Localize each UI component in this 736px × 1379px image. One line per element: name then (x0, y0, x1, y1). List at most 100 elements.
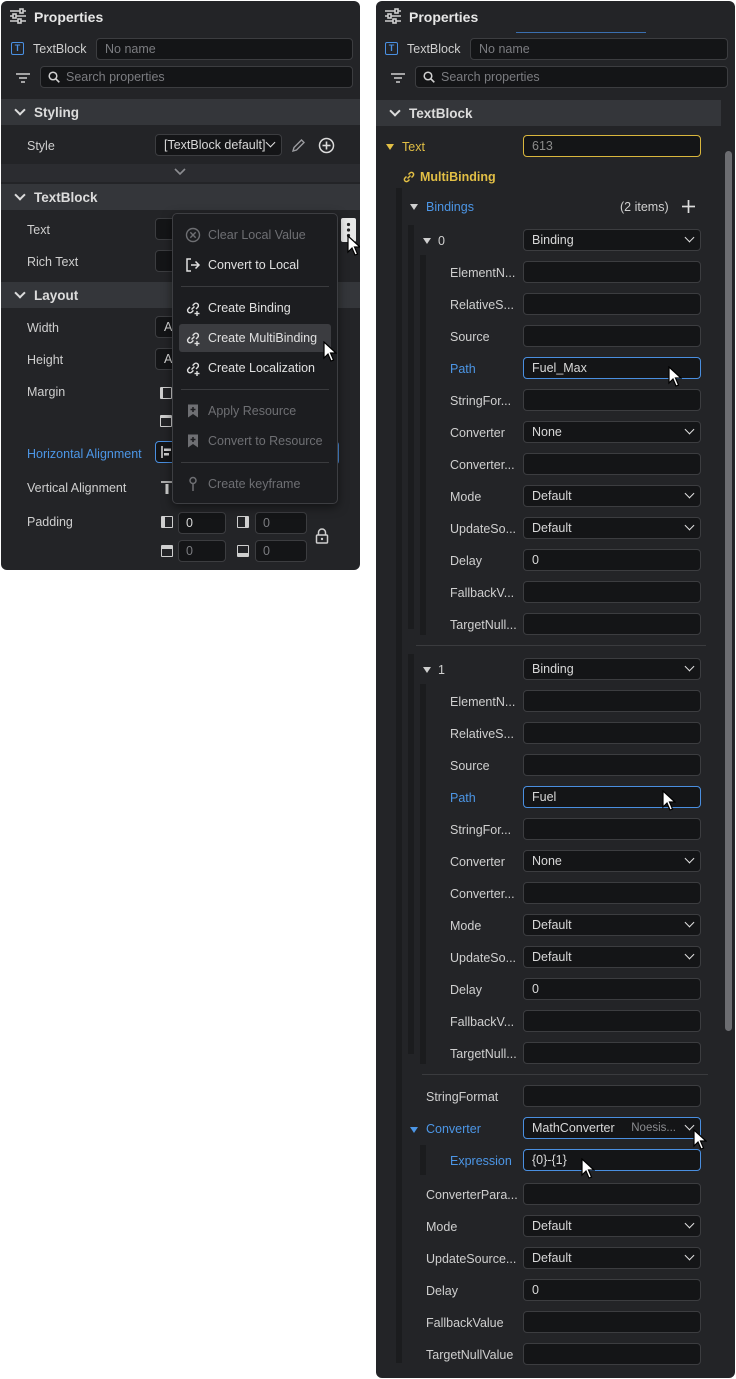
tail-prop-input[interactable] (523, 1343, 701, 1365)
binding-prop-value: None (532, 425, 562, 439)
binding-prop-label: Delay (450, 554, 482, 568)
link-plus-icon (186, 362, 200, 376)
search-properties-input[interactable]: Search properties (415, 66, 728, 88)
tail-prop-input[interactable] (523, 1183, 701, 1205)
binding-prop-input[interactable] (523, 1042, 701, 1064)
chevron-down-icon (684, 232, 695, 243)
binding-prop-label: ElementN... (450, 266, 516, 280)
binding-prop-input[interactable]: 0 (523, 978, 701, 1000)
panel-title: Properties (34, 9, 104, 25)
binding-prop-value: Default (532, 950, 572, 964)
sliders-icon (10, 8, 26, 24)
stringformat-input[interactable] (523, 1085, 701, 1107)
tail-prop-value: Default (532, 1251, 572, 1265)
binding-prop-label: Converter... (450, 887, 515, 901)
sliders-icon (385, 8, 401, 24)
element-name-input[interactable]: No name (96, 38, 353, 60)
binding-prop-input[interactable] (523, 722, 701, 744)
menu-item-create-binding[interactable]: Create Binding (179, 294, 331, 322)
section-textblock[interactable]: TextBlock (1, 184, 360, 210)
multibinding-label: MultiBinding (420, 170, 496, 184)
add-circle-icon[interactable] (318, 137, 335, 154)
chevron-down-icon (684, 949, 695, 960)
menu-item-create-multibinding[interactable]: Create MultiBinding (179, 324, 331, 352)
binding-prop-input[interactable] (523, 818, 701, 840)
filter-icon[interactable] (390, 71, 406, 85)
binding-prop-label: Mode (450, 919, 482, 933)
tail-prop-input[interactable]: 0 (523, 1279, 701, 1301)
binding-prop-input[interactable]: Default (523, 517, 701, 539)
binding-prop-input[interactable] (523, 389, 701, 411)
binding-prop-input[interactable] (523, 581, 701, 603)
tree-guide (396, 188, 402, 1363)
menu-item-convert-to-local[interactable]: Convert to Local (179, 251, 331, 279)
expression-input[interactable]: {0}-{1} (523, 1149, 701, 1171)
menu-item-create-keyframe[interactable]: Create keyframe (179, 470, 331, 498)
tail-prop-input[interactable] (523, 1311, 701, 1333)
binding-prop-label: Path (450, 362, 476, 376)
pencil-icon[interactable] (291, 138, 306, 153)
search-placeholder: Search properties (66, 70, 165, 84)
element-name-input[interactable]: No name (470, 38, 728, 60)
text-input[interactable]: 613 (523, 135, 701, 157)
binding-prop-input[interactable]: None (523, 850, 701, 872)
chevron-down-icon (684, 488, 695, 499)
tree-guide (408, 654, 414, 1054)
padding-right-input[interactable]: 0 (255, 512, 307, 534)
chevron-down-icon (684, 1250, 695, 1261)
padding-bottom-input[interactable]: 0 (255, 540, 307, 562)
keyframe-icon (189, 476, 197, 491)
binding-prop-input[interactable] (523, 690, 701, 712)
tail-prop-input[interactable]: Default (523, 1247, 701, 1269)
binding-prop-input[interactable]: None (523, 421, 701, 443)
section-label: TextBlock (34, 190, 98, 205)
section-textblock[interactable]: TextBlock (376, 100, 721, 126)
chevron-down-icon (684, 661, 695, 672)
expand-triangle-icon[interactable] (423, 667, 431, 673)
filter-icon[interactable] (15, 71, 31, 85)
padding-left-input[interactable]: 0 (178, 512, 226, 534)
expand-triangle-icon[interactable] (410, 1127, 418, 1133)
search-properties-input[interactable]: Search properties (40, 66, 353, 88)
binding-prop-input[interactable] (523, 882, 701, 904)
style-dropdown[interactable]: [TextBlock default] (155, 134, 282, 156)
binding-prop-input[interactable] (523, 754, 701, 776)
binding-prop-input[interactable] (523, 1010, 701, 1032)
binding-type-dropdown[interactable]: Binding (523, 229, 701, 251)
menu-item-apply-resource[interactable]: Apply Resource (179, 397, 331, 425)
binding-prop-input[interactable] (523, 293, 701, 315)
panel-title: Properties (409, 9, 479, 25)
expand-triangle-icon[interactable] (410, 204, 418, 210)
mouse-cursor-icon (581, 1158, 595, 1179)
binding-prop-input[interactable]: Default (523, 914, 701, 936)
menu-item-convert-to-resource[interactable]: Convert to Resource (179, 427, 331, 455)
expand-triangle-icon[interactable] (386, 144, 394, 150)
expand-triangle-icon[interactable] (423, 238, 431, 244)
binding-prop-input[interactable]: Default (523, 946, 701, 968)
padding-top-input[interactable]: 0 (178, 540, 226, 562)
menu-item-create-localization[interactable]: Create Localization (179, 354, 331, 382)
binding-prop-input[interactable]: 0 (523, 549, 701, 571)
expand-more-bar[interactable] (1, 164, 360, 182)
binding-type-dropdown[interactable]: Binding (523, 658, 701, 680)
section-styling[interactable]: Styling (1, 99, 360, 125)
binding-prop-label: Delay (450, 983, 482, 997)
rich-text-label: Rich Text (27, 255, 79, 269)
tree-guide (420, 255, 426, 635)
tail-prop-input[interactable]: Default (523, 1215, 701, 1237)
binding-prop-label: Converter (450, 426, 505, 440)
height-label: Height (27, 353, 64, 367)
converter-dropdown[interactable]: MathConverter Noesis... (523, 1117, 701, 1139)
binding-prop-label: Mode (450, 490, 482, 504)
binding-prop-input[interactable] (523, 325, 701, 347)
binding-prop-input[interactable] (523, 453, 701, 475)
bookmark-plus-icon (188, 404, 198, 418)
menu-item-clear-local-value[interactable]: Clear Local Value (179, 221, 331, 249)
binding-prop-input[interactable] (523, 613, 701, 635)
vertical-scrollbar[interactable] (725, 151, 732, 1031)
lock-icon[interactable] (315, 528, 329, 544)
binding-prop-input[interactable]: Default (523, 485, 701, 507)
add-icon[interactable] (682, 200, 695, 213)
binding-prop-input[interactable] (523, 261, 701, 283)
panel-header: Properties (376, 1, 735, 33)
